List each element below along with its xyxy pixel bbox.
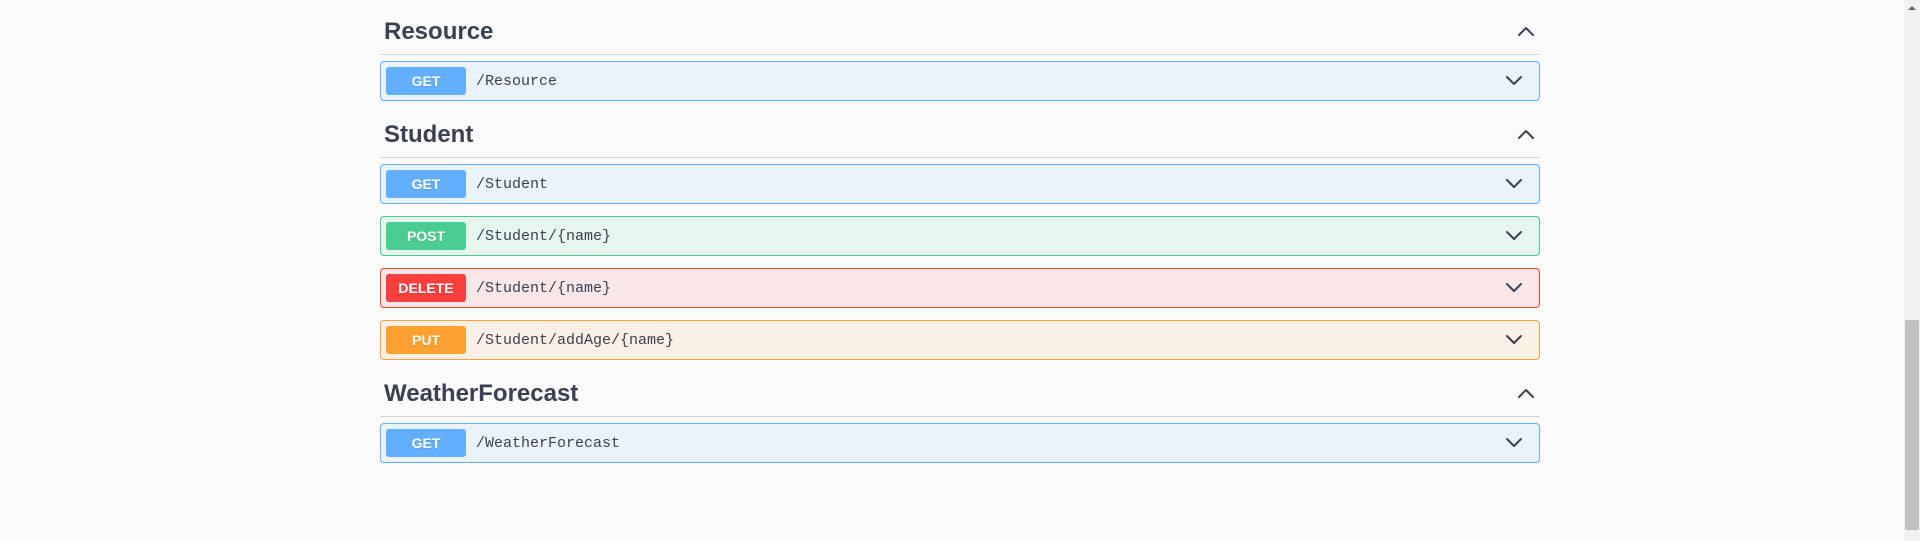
tag-header-resource[interactable]: Resource [380,10,1540,55]
operation-path: /Student/{name} [466,280,1494,297]
scrollbar-thumb[interactable] [1905,320,1919,530]
tag-title: Student [384,121,473,149]
vertical-scrollbar[interactable] [1904,0,1920,541]
chevron-down-icon[interactable] [1494,225,1534,248]
tag-header-student[interactable]: Student [380,113,1540,158]
chevron-down-icon[interactable] [1494,70,1534,93]
tag-header-weatherforecast[interactable]: WeatherForecast [380,372,1540,417]
operation-path: /Student [466,176,1494,193]
operation-put-row[interactable]: PUT/Student/addAge/{name} [380,320,1540,360]
tag-title: Resource [384,18,493,46]
chevron-down-icon[interactable] [1494,173,1534,196]
scrollbar-up-arrow[interactable] [1904,0,1920,16]
method-badge-get: GET [386,67,466,95]
method-badge-put: PUT [386,326,466,354]
operation-get-row[interactable]: GET/Student [380,164,1540,204]
chevron-down-icon[interactable] [1494,329,1534,352]
chevron-up-icon[interactable] [1516,125,1536,145]
operation-path: /Student/addAge/{name} [466,332,1494,349]
operation-get-row[interactable]: GET/WeatherForecast [380,423,1540,463]
chevron-down-icon[interactable] [1494,432,1534,455]
method-badge-delete: DELETE [386,274,466,302]
chevron-down-icon[interactable] [1494,277,1534,300]
operation-path: /WeatherForecast [466,435,1494,452]
chevron-up-icon[interactable] [1516,22,1536,42]
tag-title: WeatherForecast [384,380,578,408]
method-badge-post: POST [386,222,466,250]
operation-path: /Resource [466,73,1494,90]
operation-delete-row[interactable]: DELETE/Student/{name} [380,268,1540,308]
method-badge-get: GET [386,429,466,457]
method-badge-get: GET [386,170,466,198]
operation-get-row[interactable]: GET/Resource [380,61,1540,101]
operation-path: /Student/{name} [466,228,1494,245]
operation-post-row[interactable]: POST/Student/{name} [380,216,1540,256]
chevron-up-icon[interactable] [1516,384,1536,404]
